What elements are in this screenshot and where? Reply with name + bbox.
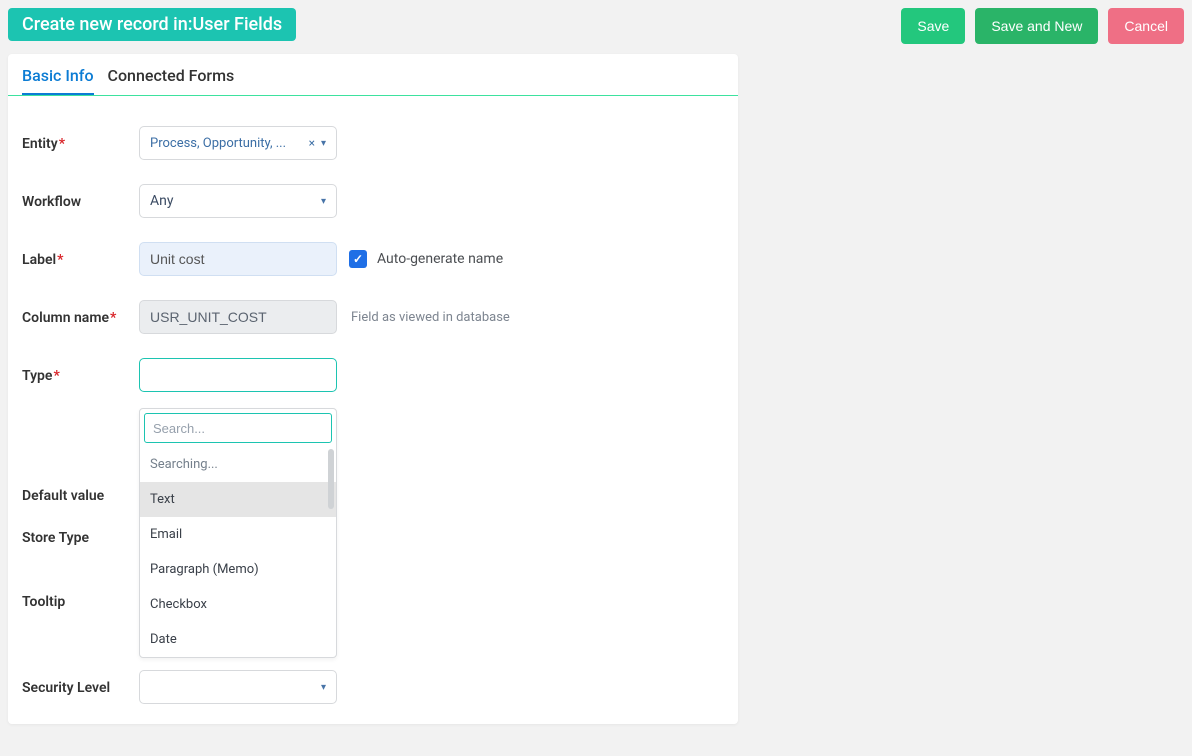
type-label: Type* [22,366,139,384]
type-option-date[interactable]: Date [140,622,336,657]
chevron-down-icon: ▾ [321,138,326,149]
column-name-input[interactable] [139,300,337,334]
type-search-input[interactable] [144,413,332,443]
type-option-email[interactable]: Email [140,517,336,552]
security-level-select[interactable]: ▾ [139,670,337,704]
form-card: Basic Info Connected Forms Entity* Proce… [8,54,738,724]
tab-basic-info[interactable]: Basic Info [22,66,94,95]
type-option-checkbox[interactable]: Checkbox [140,587,336,622]
required-star-icon: * [57,252,63,268]
default-value-label: Default value [22,486,139,504]
tooltip-label: Tooltip [22,570,139,610]
autogenerate-label: Auto-generate name [377,251,503,267]
header-action-buttons: Save Save and New Cancel [901,8,1184,44]
autogenerate-checkbox[interactable]: ✓ [349,250,367,268]
save-and-new-button[interactable]: Save and New [975,8,1098,44]
type-options-list: Searching... Text Email Paragraph (Memo)… [140,447,336,657]
save-button[interactable]: Save [901,8,965,44]
type-option-paragraph[interactable]: Paragraph (Memo) [140,552,336,587]
required-star-icon: * [110,310,116,326]
type-option-text[interactable]: Text [140,482,336,517]
label-field-label: Label* [22,250,139,268]
cancel-button[interactable]: Cancel [1108,8,1184,44]
entity-value: Process, Opportunity, ... [150,136,286,151]
type-select[interactable] [139,358,337,392]
workflow-value: Any [150,193,174,209]
entity-select[interactable]: Process, Opportunity, ... × ▾ [139,126,337,160]
tab-connected-forms[interactable]: Connected Forms [108,66,235,95]
required-star-icon: * [53,368,59,384]
tab-strip: Basic Info Connected Forms [8,54,738,96]
entity-label: Entity* [22,134,139,152]
scrollbar-thumb[interactable] [328,449,334,509]
workflow-select[interactable]: Any ▾ [139,184,337,218]
chevron-down-icon: ▾ [321,682,326,693]
column-name-label: Column name* [22,308,139,326]
security-level-label: Security Level [22,678,139,696]
dropdown-status: Searching... [140,447,336,482]
column-name-hint: Field as viewed in database [351,310,510,325]
store-type-label: Store Type [22,528,139,546]
required-star-icon: * [59,136,65,152]
workflow-label: Workflow [22,192,139,210]
chevron-down-icon: ▾ [321,196,326,207]
page-title-badge: Create new record in:User Fields [8,8,296,41]
type-dropdown: Searching... Text Email Paragraph (Memo)… [139,408,337,658]
label-input[interactable] [139,242,337,276]
clear-entity-icon[interactable]: × [309,136,315,150]
